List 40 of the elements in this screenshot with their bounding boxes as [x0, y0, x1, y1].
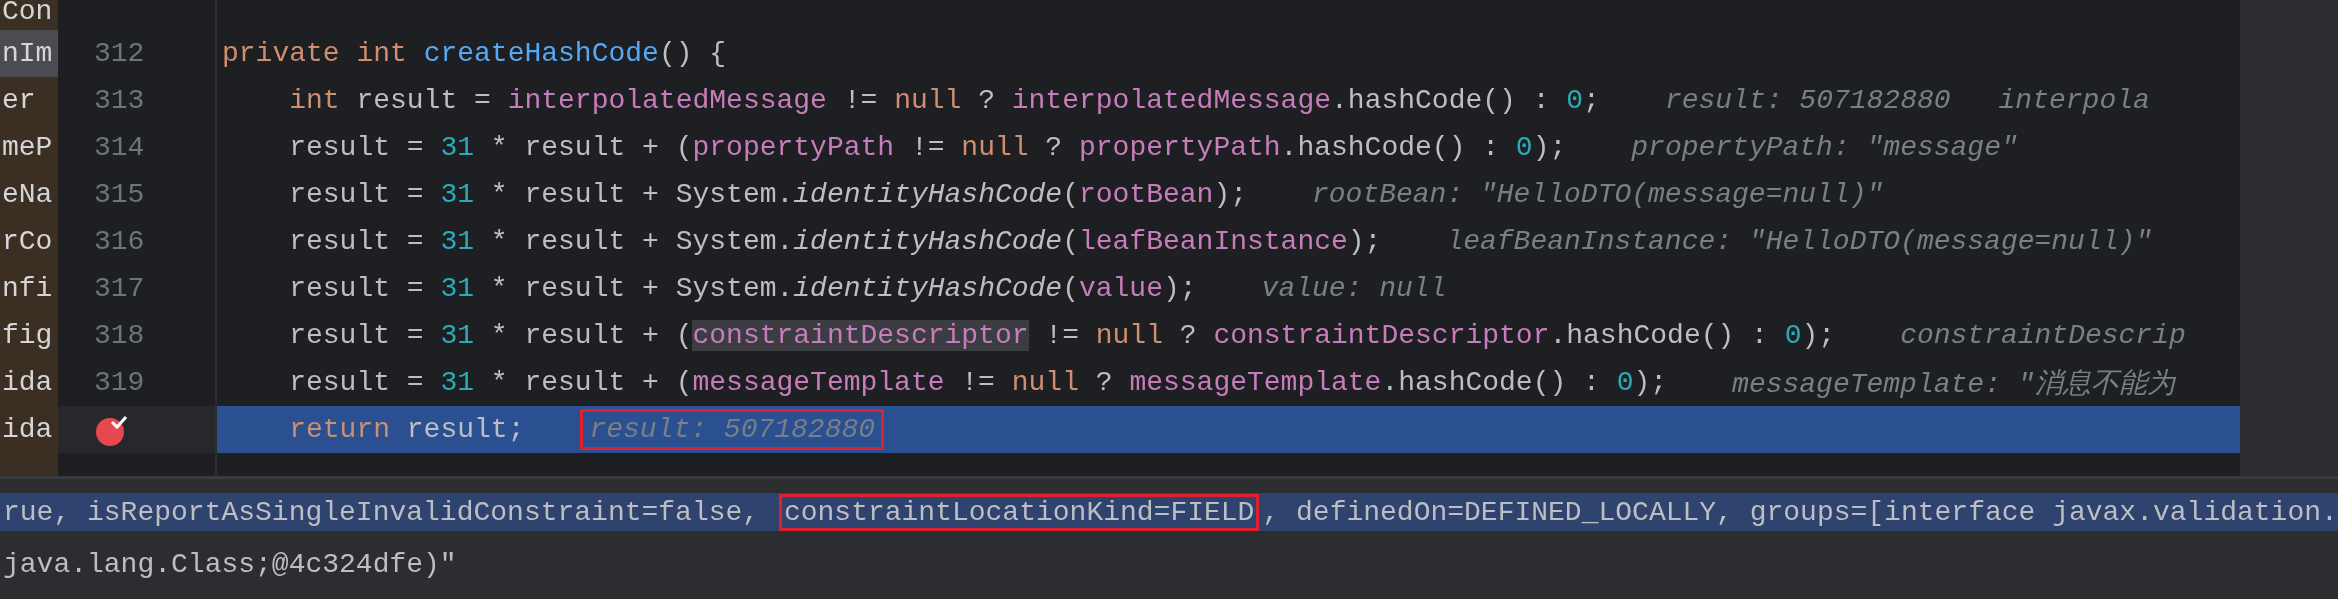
inline-value-hint: messageTemplate: "消息不能为	[1731, 367, 2177, 402]
line-number: 319	[94, 367, 145, 398]
line-number: 314	[94, 132, 145, 163]
tree-item[interactable]: nfi	[0, 265, 58, 312]
line-number: 313	[94, 85, 145, 116]
output-text: constraintLocationKind=FIELD	[778, 493, 1260, 531]
line-number: 312	[94, 38, 145, 69]
line-number: 318	[94, 320, 145, 351]
code-line: result = 31 * result + System.identityHashCode(leafBeanInstance);	[289, 226, 1382, 257]
code-line: result = 31 * result + System.identityHashCode(value);	[289, 273, 1197, 304]
code-line: int result = interpolatedMessage != null ? interpolatedMessage.hashCode() : 0;	[289, 85, 1600, 116]
code-line: result = 31 * result + (propertyPath != null ? propertyPath.hashCode() : 0);	[289, 132, 1567, 163]
tree-item[interactable]: meP	[0, 124, 58, 171]
inline-value-hint: value: null	[1260, 272, 1448, 306]
inline-value-hint: leafBeanInstance: "HelloDTO(message=null)"	[1445, 225, 2154, 259]
tree-item[interactable]: er	[0, 77, 58, 124]
inline-value-hint: result: 507182880	[580, 409, 885, 450]
line-number: 317	[94, 273, 145, 304]
code-line: return result;	[289, 414, 525, 445]
code-line: result = 31 * result + System.identityHashCode(rootBean);	[289, 179, 1247, 210]
line-number: 316	[94, 226, 145, 257]
code-line: result = 31 * result + (constraintDescriptor != null ? constraintDescriptor.hashCode() : 0);	[289, 320, 1836, 351]
inline-value-hint: interpola	[1997, 84, 2151, 118]
line-number: 315	[94, 179, 145, 210]
tree-item[interactable]: fig	[0, 312, 58, 359]
code-line: private int createHashCode() {	[222, 38, 727, 69]
output-text: , definedOn=DEFINED_LOCALLY, groups=[interface javax.validation.	[1261, 495, 2338, 530]
tree-item[interactable]: ida	[0, 406, 58, 453]
tree-item[interactable]: nIm	[0, 30, 58, 77]
inline-value-hint: propertyPath: "message"	[1630, 131, 2019, 165]
tree-item[interactable]: eNa	[0, 171, 58, 218]
tree-item[interactable]: ida	[0, 359, 58, 406]
inline-value-hint: result: 507182880	[1663, 84, 1952, 118]
output-text: java.lang.Class;@4c324dfe)"	[2, 547, 458, 582]
code-line: result = 31 * result + (messageTemplate != null ? messageTemplate.hashCode() : 0);	[289, 367, 1668, 398]
tree-item[interactable]: Con	[0, 0, 58, 30]
inline-value-hint: rootBean: "HelloDTO(message=null)"	[1311, 178, 1885, 212]
inline-value-hint: constraintDescrip	[1899, 319, 2187, 353]
tree-item[interactable]: rCo	[0, 218, 58, 265]
output-text: rue, isReportAsSingleInvalidConstraint=false,	[2, 495, 761, 530]
